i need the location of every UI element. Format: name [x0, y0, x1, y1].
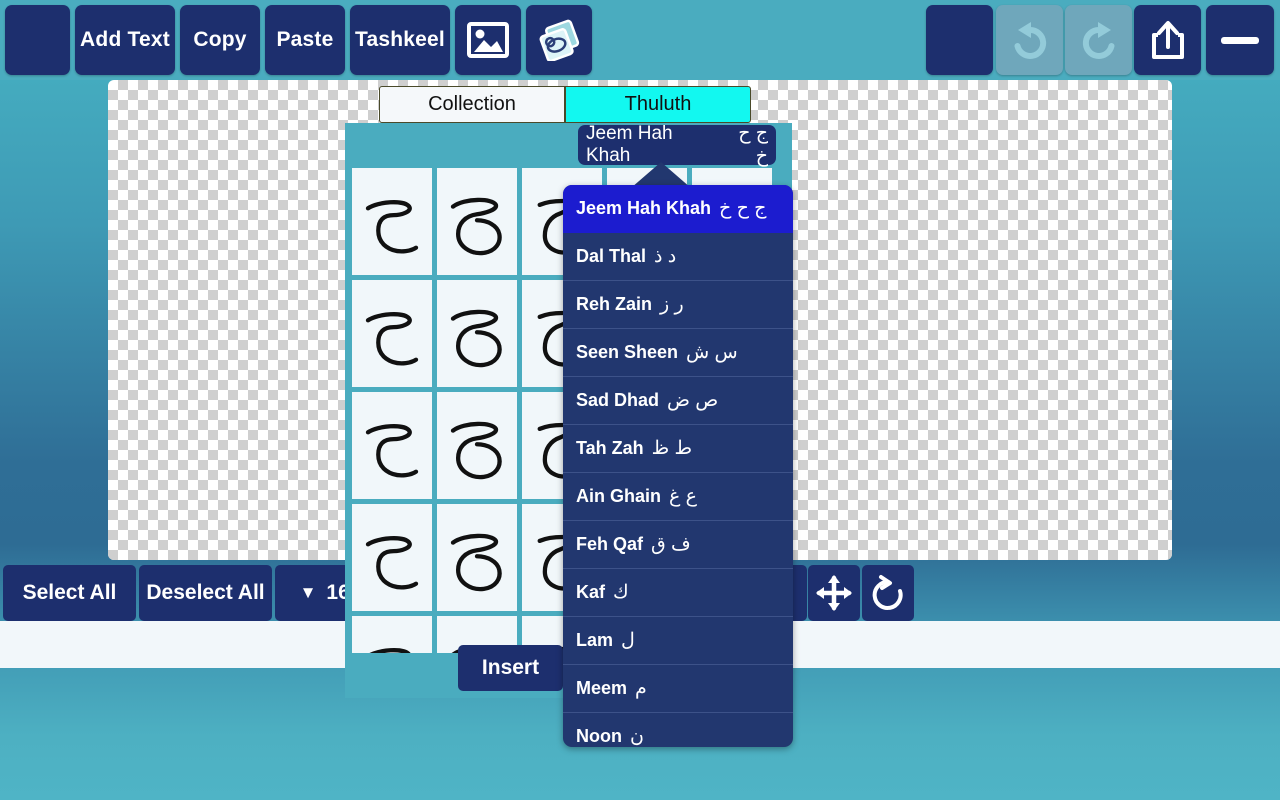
redo-button[interactable] [1065, 5, 1132, 75]
dropdown-item-label: Seen Sheen [576, 342, 679, 362]
letter-group-selector-label: Jeem Hah Khah [586, 123, 673, 166]
dropdown-item-arabic: م [635, 678, 647, 699]
dropdown-item-lam[interactable]: Lam ل [563, 617, 793, 665]
dropdown-item-label: Kaf [576, 582, 606, 602]
move-arrows-icon [814, 573, 854, 613]
glyph-cell[interactable] [352, 280, 432, 387]
add-text-label: Add Text [80, 28, 170, 51]
letter-group-selector-arabic: ج ح خ [738, 123, 768, 167]
dropdown-item-arabic: ص ض [667, 390, 719, 411]
layers-button[interactable] [526, 5, 592, 75]
undo-arrow-icon [1008, 20, 1052, 60]
glyph-shape [368, 647, 411, 653]
insert-image-button[interactable] [455, 5, 521, 75]
dropdown-item-label: Meem [576, 678, 628, 698]
dropdown-item-label: Ain Ghain [576, 486, 661, 506]
tab-thuluth[interactable]: Thuluth [565, 86, 751, 123]
hamburger-menu-icon [23, 29, 53, 52]
select-all-label: Select All [22, 581, 117, 604]
dropdown-item-meem[interactable]: Meem م [563, 665, 793, 713]
rotate-clockwise-icon [869, 573, 907, 613]
image-icon [467, 22, 509, 58]
dropdown-item-dal-thal[interactable]: Dal Thal د ذ [563, 233, 793, 281]
dropdown-item-arabic: ل [621, 630, 635, 651]
chevron-down-icon: ▼ [299, 583, 317, 602]
dropdown-item-feh-qaf[interactable]: Feh Qaf ف ق [563, 521, 793, 569]
deselect-all-button[interactable]: Deselect All [139, 565, 272, 621]
dropdown-item-reh-zain[interactable]: Reh Zain ر ز [563, 281, 793, 329]
glyph-shape [450, 421, 502, 479]
share-button[interactable] [1134, 5, 1201, 75]
glyph-cell[interactable] [437, 280, 517, 387]
dropdown-item-tah-zah[interactable]: Tah Zah ط ظ [563, 425, 793, 473]
dropdown-item-arabic: ع غ [669, 486, 697, 507]
dropdown-item-arabic: س ش [686, 342, 738, 363]
dropdown-item-label: Dal Thal [576, 246, 647, 266]
glyph-shape [365, 423, 419, 477]
dropdown-item-arabic: ن [629, 726, 644, 747]
panel-tabs: Collection Thuluth [379, 86, 751, 123]
letter-group-selector[interactable]: Jeem Hah Khah ج ح خ [578, 123, 776, 167]
paste-label: Paste [276, 28, 334, 51]
minimize-button[interactable] [1206, 5, 1274, 75]
deselect-all-label: Deselect All [146, 581, 265, 604]
dropdown-item-arabic: ف ق [651, 534, 691, 555]
dropdown-item-kaf[interactable]: Kaf ك [563, 569, 793, 617]
glyph-cell[interactable] [352, 392, 432, 499]
redo-arrow-icon [1077, 20, 1121, 60]
glyph-cell[interactable] [437, 168, 517, 275]
glyph-cell[interactable] [437, 504, 517, 611]
hamburger-menu-button[interactable] [5, 5, 70, 75]
dropdown-item-label: Jeem Hah Khah [576, 198, 712, 218]
tashkeel-label: Tashkeel [355, 28, 445, 51]
select-all-button[interactable]: Select All [3, 565, 136, 621]
dropdown-item-arabic: د ذ [654, 246, 677, 267]
dropdown-item-arabic: ر ز [660, 294, 684, 315]
dropdown-item-ain-ghain[interactable]: Ain Ghain ع غ [563, 473, 793, 521]
rotate-tool-button[interactable] [862, 565, 914, 621]
dropdown-item-label: Noon [576, 726, 622, 746]
letter-group-dropdown[interactable]: Jeem Hah Khah ج ح خ Dal Thal د ذ Reh Zain ر ز… [563, 185, 793, 747]
glyph-shape [450, 197, 502, 255]
undo-button[interactable] [996, 5, 1063, 75]
glyph-shape [450, 533, 502, 591]
paste-button[interactable]: Paste [265, 5, 345, 75]
tab-collection[interactable]: Collection [379, 86, 565, 123]
glyph-shape [450, 309, 502, 367]
dropdown-item-label: Tah Zah [576, 438, 644, 458]
glyph-cell[interactable] [352, 504, 432, 611]
tab-collection-label: Collection [428, 93, 516, 115]
dropdown-item-label: Reh Zain [576, 294, 653, 314]
share-upload-icon [1149, 19, 1187, 61]
insert-button[interactable]: Insert [458, 645, 563, 691]
top-toolbar: Add Text Copy Paste Tashkeel [0, 0, 1280, 80]
grid-view-button[interactable] [926, 5, 993, 75]
dropdown-item-jeem-hah-khah[interactable]: Jeem Hah Khah ج ح خ [563, 185, 793, 233]
dropdown-item-label: Feh Qaf [576, 534, 644, 554]
dropdown-item-label: Lam [576, 630, 614, 650]
layers-icon [536, 19, 582, 61]
glyph-shape [365, 311, 419, 365]
move-tool-button[interactable] [808, 565, 860, 621]
dropdown-item-seen-sheen[interactable]: Seen Sheen س ش [563, 329, 793, 377]
dropdown-item-arabic: ج ح خ [719, 198, 767, 219]
glyph-cell[interactable] [352, 616, 432, 653]
glyph-cell[interactable] [352, 168, 432, 275]
glyph-cell[interactable] [437, 392, 517, 499]
dropdown-item-sad-dhad[interactable]: Sad Dhad ص ض [563, 377, 793, 425]
copy-button[interactable]: Copy [180, 5, 260, 75]
add-text-button[interactable]: Add Text [75, 5, 175, 75]
dropdown-item-label: Sad Dhad [576, 390, 660, 410]
tashkeel-button[interactable]: Tashkeel [350, 5, 450, 75]
tab-thuluth-label: Thuluth [624, 93, 692, 115]
dropdown-item-noon[interactable]: Noon ن [563, 713, 793, 747]
insert-label: Insert [481, 656, 540, 679]
glyph-shape [365, 535, 419, 589]
glyph-shape [365, 199, 419, 253]
minimize-bar-icon [1221, 36, 1259, 44]
dropdown-item-arabic: ط ظ [651, 438, 693, 459]
copy-label: Copy [193, 28, 247, 51]
dropdown-item-arabic: ك [613, 582, 629, 603]
